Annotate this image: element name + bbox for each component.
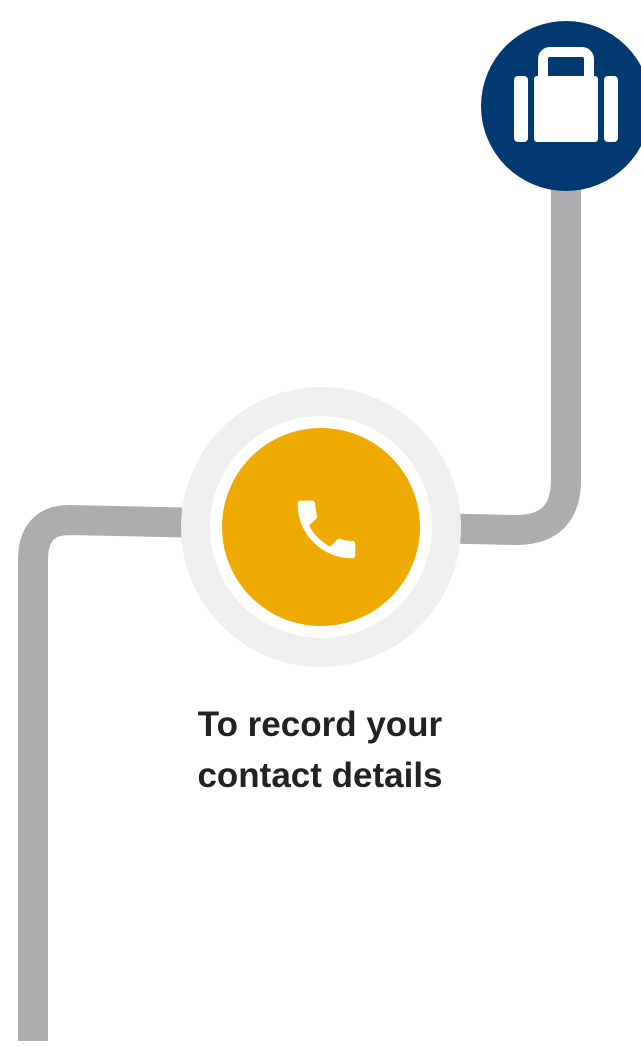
briefcase-node (481, 21, 641, 191)
phone-circle (222, 428, 420, 626)
step-caption-line-2: contact details (197, 756, 443, 795)
timeline-graphic (18, 21, 641, 1041)
timeline-diagram: To record your contact details (0, 0, 641, 1041)
phone-node (181, 387, 461, 667)
step-caption-line-1: To record your (197, 705, 443, 744)
